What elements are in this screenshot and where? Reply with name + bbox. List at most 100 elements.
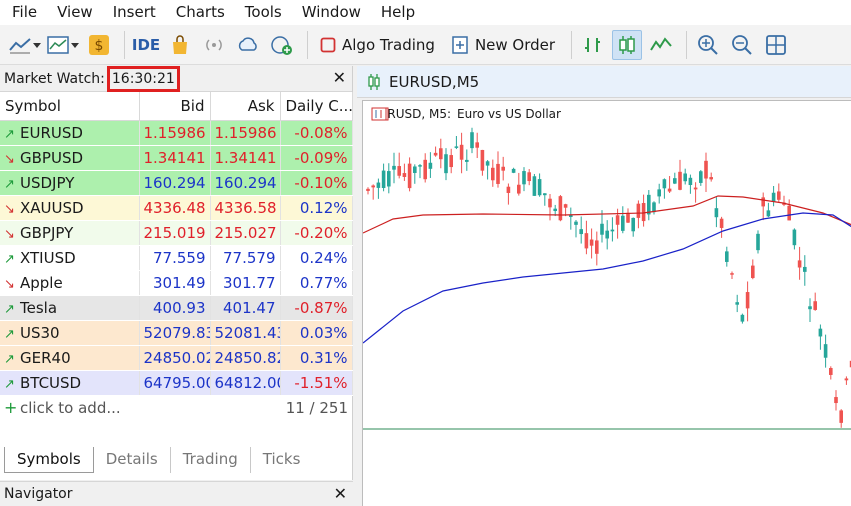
tab-ticks[interactable]: Ticks xyxy=(251,447,313,473)
candle-body xyxy=(771,192,776,202)
arrow-up-right-icon: ↗ xyxy=(4,176,15,192)
navigator-panel: Navigator ✕ xyxy=(0,481,353,506)
candle-body xyxy=(506,186,511,193)
algo-trading-button[interactable]: Algo Trading xyxy=(314,30,441,60)
symbol-row-eurusd[interactable]: ↗ EURUSD 1.15986 1.15986 -0.08% xyxy=(0,120,353,146)
tile-windows-button[interactable] xyxy=(761,30,791,60)
candle-body xyxy=(777,191,781,200)
column-header-daily-change[interactable]: Daily C... xyxy=(280,92,353,121)
candle-body xyxy=(693,187,698,190)
candle-body xyxy=(756,233,760,251)
column-header-bid[interactable]: Bid xyxy=(139,92,211,121)
symbol-cell: ↗ BTCUSD xyxy=(0,370,140,396)
symbol-row-xtiusd[interactable]: ↗ XTIUSD 77.559 77.579 0.24% xyxy=(0,245,353,271)
menu-file[interactable]: File xyxy=(2,0,47,25)
signals-button[interactable] xyxy=(199,30,229,60)
candle-body xyxy=(735,302,739,305)
symbol-row-gbpusd[interactable]: ↘ GBPUSD 1.34141 1.34141 -0.09% xyxy=(0,145,353,171)
candle-body xyxy=(813,301,817,310)
line-chart-button[interactable] xyxy=(646,30,676,60)
symbol-row-us30[interactable]: ↗ US30 52079.83 52081.43 0.03% xyxy=(0,320,353,346)
menu-window[interactable]: Window xyxy=(292,0,371,25)
candle-body xyxy=(485,161,490,166)
dollar-button[interactable]: $ xyxy=(84,30,114,60)
candle-body xyxy=(407,163,412,189)
toolbar-separator xyxy=(307,30,308,59)
new-order-button[interactable]: New Order xyxy=(445,30,561,60)
symbol-row-ger40[interactable]: ↗ GER40 24850.02 24850.82 0.31% xyxy=(0,345,353,371)
arrow-down-right-icon: ↘ xyxy=(4,201,15,217)
close-icon[interactable]: ✕ xyxy=(334,484,347,504)
symbol-row-tesla[interactable]: ↗ Tesla 400.93 401.47 -0.87% xyxy=(0,295,353,321)
candle-body xyxy=(673,178,677,184)
symbol-cell: ↘ XAUUSD xyxy=(0,195,140,221)
candle-body xyxy=(548,198,552,208)
candlestick-button[interactable] xyxy=(612,29,643,60)
bid-cell: 160.294 xyxy=(139,170,211,196)
ide-button[interactable]: IDE xyxy=(131,30,161,60)
candle-body xyxy=(381,170,386,188)
cloud-icon xyxy=(238,36,257,51)
symbols-table: Symbol Bid Ask Daily C... ↗ EURUSD 1.15986… xyxy=(0,92,353,421)
menu-help[interactable]: Help xyxy=(371,0,425,25)
chart-type-dropdown[interactable] xyxy=(8,30,42,60)
candle-body xyxy=(636,203,641,218)
candle-body xyxy=(605,230,609,239)
candle-body xyxy=(517,184,521,194)
candle-body xyxy=(792,229,797,246)
ide-label: IDE xyxy=(131,35,161,54)
menu-charts[interactable]: Charts xyxy=(166,0,235,25)
add-symbol-row[interactable]: + click to add... 11 / 251 xyxy=(0,395,352,421)
market-button[interactable] xyxy=(165,30,195,60)
column-header-symbol[interactable]: Symbol xyxy=(0,92,140,121)
column-header-ask[interactable]: Ask xyxy=(210,92,281,121)
arrow-down-right-icon: ↘ xyxy=(4,226,15,242)
tab-details[interactable]: Details xyxy=(94,447,171,473)
symbol-row-btcusd[interactable]: ↗ BTCUSD 64795.00 64812.00 -1.51% xyxy=(0,370,353,396)
chart-window-tab[interactable]: EURUSD,M5 xyxy=(357,66,851,98)
ask-cell: 160.294 xyxy=(210,170,281,196)
vps-button[interactable] xyxy=(233,30,263,60)
symbol-row-usdjpy[interactable]: ↗ USDJPY 160.294 160.294 -0.10% xyxy=(0,170,353,196)
candlestick-icon xyxy=(368,73,380,90)
market-watch-time: 16:30:21 xyxy=(106,65,180,92)
ask-cell: 64812.00 xyxy=(210,370,281,396)
close-icon[interactable]: ✕ xyxy=(333,68,346,88)
bid-cell: 64795.00 xyxy=(139,370,211,396)
zoom-in-icon xyxy=(698,34,718,55)
zoom-in-button[interactable] xyxy=(693,30,723,60)
candle-body xyxy=(392,165,396,170)
candle-body xyxy=(766,210,771,217)
arrow-down-right-icon: ↘ xyxy=(4,276,15,292)
tab-trading[interactable]: Trading xyxy=(171,447,251,473)
tab-symbols[interactable]: Symbols xyxy=(4,447,94,473)
candle-body xyxy=(657,189,661,197)
price-chart[interactable]: EURUSD, M5: Euro vs US Dollar xyxy=(362,100,851,506)
candle-body xyxy=(600,223,604,235)
symbol-row-xauusd[interactable]: ↘ XAUUSD 4336.48 4336.58 0.12% xyxy=(0,195,353,221)
symbol-row-apple[interactable]: ↘ Apple 301.49 301.77 0.77% xyxy=(0,270,353,296)
algo-trading-label: Algo Trading xyxy=(342,35,435,54)
bar-chart-icon xyxy=(585,37,601,52)
zoom-out-button[interactable] xyxy=(727,30,757,60)
templates-dropdown[interactable] xyxy=(46,30,80,60)
candle-body xyxy=(511,168,516,173)
candle-body xyxy=(834,397,838,404)
add-symbol-cell[interactable]: + click to add... xyxy=(0,395,280,421)
candle-body xyxy=(543,193,547,196)
toolbar-separator xyxy=(124,30,125,59)
menu-tools[interactable]: Tools xyxy=(235,0,292,25)
candle-body xyxy=(730,273,734,275)
community-button[interactable] xyxy=(267,30,297,60)
menu-view[interactable]: View xyxy=(47,0,103,25)
indicator-icon[interactable] xyxy=(371,107,387,121)
candle-body xyxy=(563,204,568,208)
symbol-row-gbpjpy[interactable]: ↘ GBPJPY 215.019 215.027 -0.20% xyxy=(0,220,353,246)
bar-chart-button[interactable] xyxy=(578,30,608,60)
menu-insert[interactable]: Insert xyxy=(103,0,166,25)
candle-body xyxy=(704,160,708,179)
candle-body xyxy=(433,152,438,156)
candle-body xyxy=(803,266,807,272)
symbol-name: XAUUSD xyxy=(20,198,84,217)
candle-body xyxy=(402,173,407,177)
